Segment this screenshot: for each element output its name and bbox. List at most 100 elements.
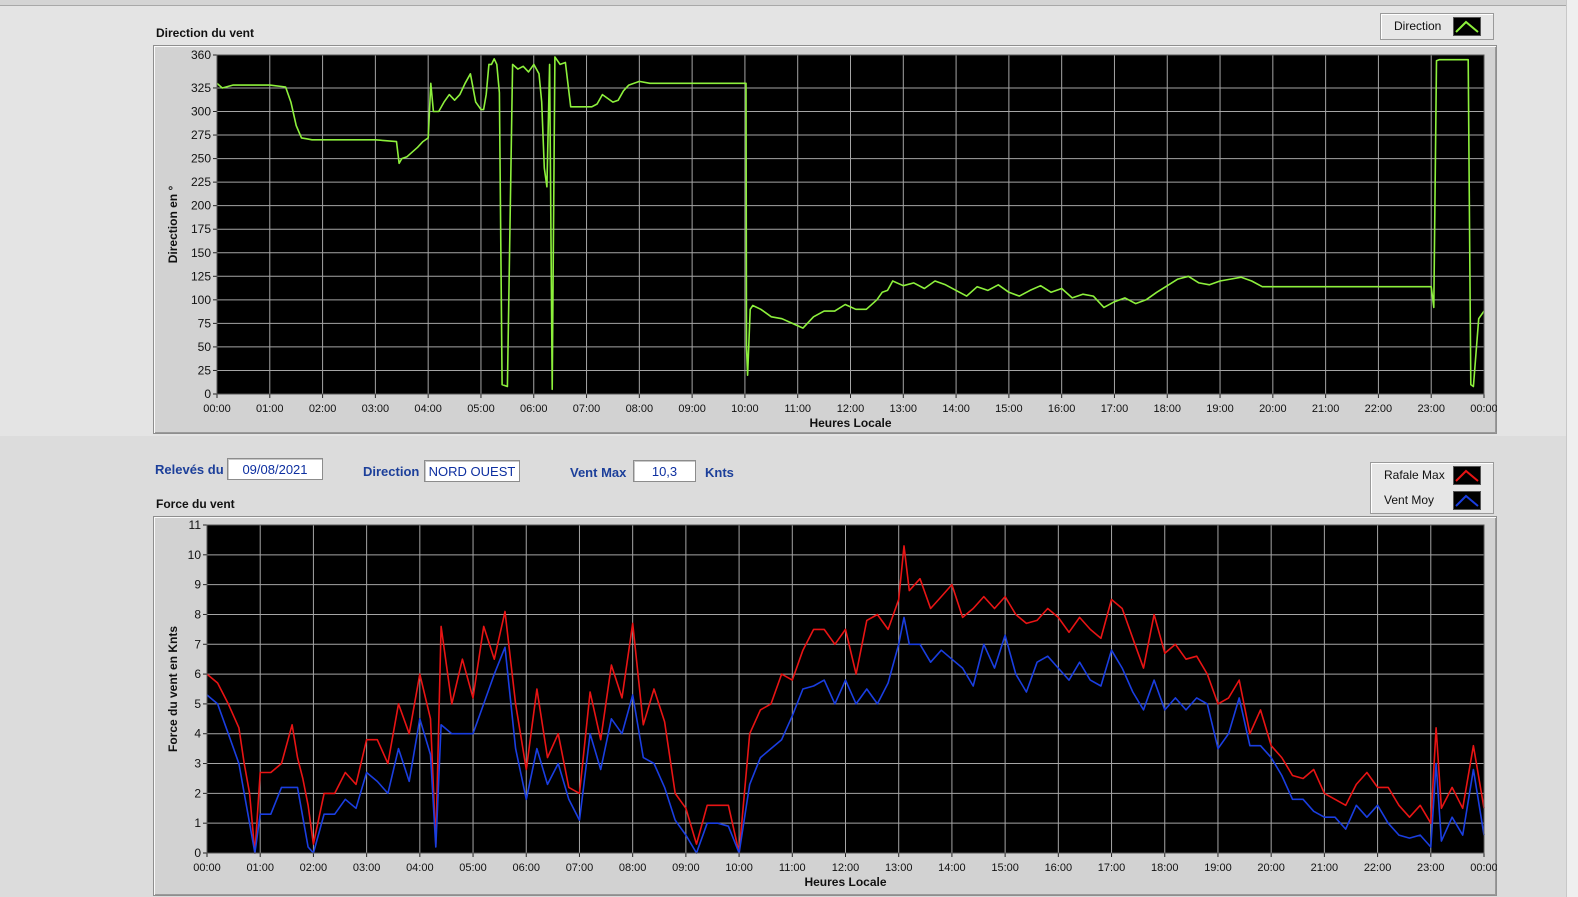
y-tick-label: 7 <box>194 637 201 651</box>
y-tick-label: 75 <box>198 316 212 330</box>
x-tick-label: 11:00 <box>784 403 811 415</box>
y-tick-label: 300 <box>191 105 211 119</box>
x-tick-label: 16:00 <box>1045 862 1073 874</box>
x-tick-label: 19:00 <box>1206 403 1234 415</box>
y-tick-label: 25 <box>198 363 212 377</box>
y-tick-label: 3 <box>194 757 201 771</box>
y-tick-label: 11 <box>189 518 202 532</box>
y-tick-label: 6 <box>194 667 201 681</box>
y-axis-title: Force du vent en Knts <box>166 626 180 752</box>
x-tick-label: 14:00 <box>942 403 970 415</box>
direction-label: Direction <box>363 464 420 479</box>
x-tick-label: 23:00 <box>1417 403 1445 415</box>
y-tick-label: 2 <box>194 786 201 800</box>
y-tick-label: 100 <box>191 293 211 307</box>
x-tick-label: 02:00 <box>309 403 337 415</box>
x-tick-label: 00:00 <box>203 403 231 415</box>
legend-label-vent-moy: Vent Moy <box>1384 493 1435 507</box>
legend-label-direction: Direction <box>1394 19 1442 33</box>
x-tick-label: 08:00 <box>619 862 647 874</box>
line-plot-icon[interactable] <box>1453 466 1481 485</box>
x-tick-label: 12:00 <box>832 862 860 874</box>
y-tick-label: 150 <box>191 246 211 260</box>
x-tick-label: 03:00 <box>362 403 390 415</box>
x-tick-label: 10:00 <box>731 403 759 415</box>
x-tick-label: 19:00 <box>1204 862 1232 874</box>
x-tick-label: 02:00 <box>300 862 328 874</box>
x-tick-label: 05:00 <box>467 403 495 415</box>
force-chart[interactable]: 00:00 01:00 02:00 03:00 04:00 05:00 06:00 07:00… <box>153 516 1497 896</box>
y-tick-label: 200 <box>191 199 211 213</box>
line-plot-icon[interactable] <box>1453 491 1481 510</box>
x-tick-label: 00:00 <box>1470 403 1497 415</box>
x-tick-label: 00:00 <box>1470 862 1497 874</box>
y-tick-label: 360 <box>191 48 211 62</box>
x-tick-label: 20:00 <box>1259 403 1287 415</box>
x-tick-label: 15:00 <box>995 403 1023 415</box>
x-tick-label: 12:00 <box>837 403 865 415</box>
window-right-edge <box>1566 0 1578 897</box>
x-tick-label: 22:00 <box>1364 862 1392 874</box>
y-tick-label: 175 <box>191 222 211 236</box>
x-tick-label: 10:00 <box>725 862 753 874</box>
x-tick-label: 16:00 <box>1048 403 1076 415</box>
y-tick-label: 1 <box>194 816 201 830</box>
x-tick-label: 18:00 <box>1151 862 1179 874</box>
y-tick-label: 0 <box>204 387 211 401</box>
x-tick-label: 15:00 <box>991 862 1019 874</box>
date-field[interactable]: 09/08/2021 <box>227 458 323 480</box>
x-tick-label: 13:00 <box>890 403 918 415</box>
x-axis-title: Heures Locale <box>804 875 886 889</box>
y-tick-label: 50 <box>198 340 212 354</box>
x-tick-label: 21:00 <box>1311 862 1339 874</box>
x-tick-label: 09:00 <box>672 862 700 874</box>
x-tick-label: 04:00 <box>414 403 442 415</box>
legend-item-direction[interactable]: Direction <box>1381 14 1493 38</box>
y-tick-label: 250 <box>191 152 211 166</box>
x-tick-label: 17:00 <box>1098 862 1126 874</box>
legend-item-rafale[interactable]: Rafale Max <box>1371 463 1493 487</box>
y-tick-label: 9 <box>194 578 201 592</box>
vent-max-field[interactable]: 10,3 <box>633 460 696 482</box>
x-tick-label: 00:00 <box>193 862 221 874</box>
legend-label-rafale: Rafale Max <box>1384 468 1445 482</box>
x-tick-label: 20:00 <box>1257 862 1285 874</box>
x-tick-label: 01:00 <box>256 403 284 415</box>
x-tick-label: 04:00 <box>406 862 434 874</box>
x-tick-label: 22:00 <box>1365 403 1393 415</box>
line-plot-icon[interactable] <box>1453 17 1481 36</box>
direction-chart[interactable]: 00:00 01:00 02:00 03:00 04:00 05:00 06:00 07:00… <box>153 45 1497 434</box>
x-tick-label: 18:00 <box>1153 403 1181 415</box>
x-tick-label: 14:00 <box>938 862 966 874</box>
y-tick-label: 125 <box>191 269 211 283</box>
x-tick-label: 07:00 <box>573 403 601 415</box>
vent-max-label: Vent Max <box>570 465 627 480</box>
x-tick-label: 01:00 <box>246 862 274 874</box>
date-label: Relevés du <box>155 462 224 477</box>
y-tick-label: 10 <box>188 548 202 562</box>
x-tick-label: 05:00 <box>459 862 487 874</box>
legend-item-vent-moy[interactable]: Vent Moy <box>1371 488 1493 512</box>
x-tick-label: 08:00 <box>626 403 654 415</box>
x-tick-label: 13:00 <box>885 862 913 874</box>
x-tick-label: 17:00 <box>1101 403 1129 415</box>
y-tick-label: 275 <box>191 128 211 142</box>
x-tick-label: 21:00 <box>1312 403 1340 415</box>
x-tick-label: 09:00 <box>678 403 706 415</box>
x-tick-label: 06:00 <box>512 862 540 874</box>
x-tick-label: 07:00 <box>566 862 594 874</box>
force-chart-title: Force du vent <box>156 497 235 511</box>
direction-legend[interactable]: Direction <box>1380 13 1494 40</box>
force-legend[interactable]: Rafale Max Vent Moy <box>1370 462 1494 514</box>
x-tick-label: 23:00 <box>1417 862 1445 874</box>
y-tick-label: 8 <box>194 607 201 621</box>
x-tick-label: 11:00 <box>779 862 806 874</box>
vent-max-unit: Knts <box>705 465 734 480</box>
direction-field[interactable]: NORD OUEST <box>424 460 520 482</box>
y-tick-label: 5 <box>194 697 201 711</box>
y-axis-title: Direction en ° <box>166 186 180 264</box>
y-tick-label: 4 <box>194 727 201 741</box>
x-tick-label: 06:00 <box>520 403 548 415</box>
y-tick-label: 0 <box>194 846 201 860</box>
y-tick-label: 225 <box>191 175 211 189</box>
